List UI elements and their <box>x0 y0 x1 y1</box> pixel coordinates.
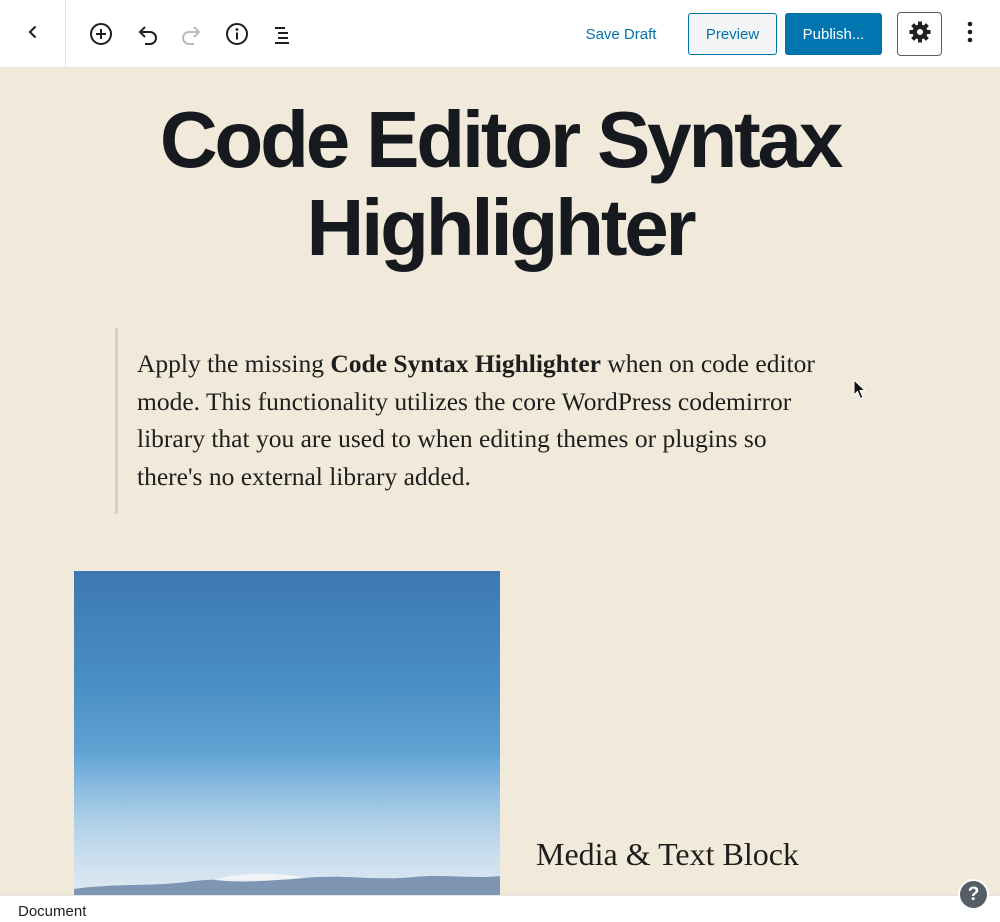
vertical-ellipsis-icon <box>966 19 974 50</box>
gear-icon <box>908 20 932 49</box>
quote-block[interactable]: Apply the missing Code Syntax Highlighte… <box>115 328 835 514</box>
chevron-left-icon <box>25 24 41 45</box>
quote-text-start: Apply the missing <box>137 349 331 378</box>
undo-icon <box>134 21 160 47</box>
help-button[interactable]: ? <box>958 879 989 910</box>
media-text-content[interactable]: Media & Text Block <box>536 834 799 874</box>
publish-button[interactable]: Publish... <box>785 13 882 55</box>
redo-icon <box>179 21 205 47</box>
plus-circle-icon <box>88 21 114 47</box>
more-tools-button[interactable] <box>954 18 986 50</box>
redo-button[interactable] <box>176 18 208 50</box>
settings-button[interactable] <box>897 12 942 56</box>
info-icon <box>224 21 250 47</box>
help-icon: ? <box>960 881 987 908</box>
breadcrumb-document[interactable]: Document <box>18 903 86 920</box>
preview-button[interactable]: Preview <box>688 13 777 55</box>
quote-paragraph: Apply the missing Code Syntax Highlighte… <box>137 345 835 495</box>
quote-bold-text: Code Syntax Highlighter <box>330 349 601 378</box>
content-info-button[interactable] <box>221 18 253 50</box>
mouse-pointer-icon <box>853 378 867 406</box>
block-navigation-button[interactable] <box>266 18 298 50</box>
back-button[interactable] <box>0 0 66 68</box>
editor-footer: Document <box>0 895 1000 922</box>
sky-photo <box>74 751 500 901</box>
editor-toolbar: Save Draft Preview Publish... <box>0 0 1000 68</box>
media-text-image[interactable] <box>74 571 500 901</box>
post-title-line-2: Highlighter <box>306 183 697 272</box>
add-block-button[interactable] <box>85 18 117 50</box>
undo-button[interactable] <box>131 18 163 50</box>
post-title-line-1: Code Editor Syntax <box>159 95 843 184</box>
list-view-icon <box>269 21 295 47</box>
save-draft-button[interactable]: Save Draft <box>574 13 668 55</box>
post-title[interactable]: Code Editor Syntax Highlighter <box>100 96 900 272</box>
